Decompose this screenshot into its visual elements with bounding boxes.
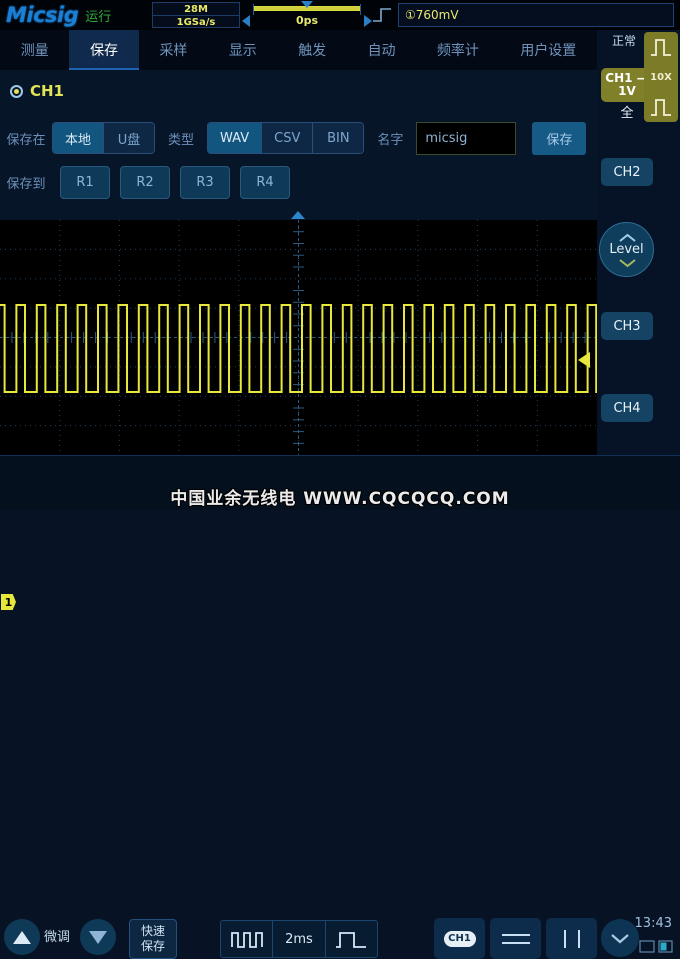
- timebase-increase-button[interactable]: [326, 921, 377, 957]
- ref-slot-r3-button[interactable]: R3: [180, 165, 230, 199]
- position-marker-icon: [301, 1, 313, 8]
- file-type-group: WAV CSV BIN: [207, 122, 365, 154]
- ref-slot-r4-button[interactable]: R4: [240, 165, 290, 199]
- ref-slot-r2-button[interactable]: R2: [120, 165, 170, 199]
- position-value: 0ps: [295, 14, 319, 27]
- tab-auto[interactable]: 自动: [347, 30, 416, 70]
- trigger-level-box[interactable]: ①760mV: [398, 3, 674, 27]
- triangle-down-icon: [89, 930, 107, 944]
- ch1-ground-marker[interactable]: 1: [1, 594, 16, 610]
- ch1-pill-icon: CH1: [443, 930, 476, 947]
- waveform-grid: [0, 220, 597, 455]
- trigger-level-arrow[interactable]: [578, 352, 590, 368]
- name-label: 名字: [377, 132, 404, 148]
- single-pulse-icon: [336, 932, 367, 948]
- vertical-cursor-icon: [563, 929, 580, 948]
- fine-up-button[interactable]: [4, 919, 40, 955]
- save-to-ref-label: 保存到: [6, 176, 46, 192]
- memory-depth-box[interactable]: 28M 1GSa/s: [152, 2, 240, 28]
- tab-trigger[interactable]: 触发: [278, 30, 347, 70]
- filename-input[interactable]: micsig: [416, 121, 517, 155]
- pulse-train-icon: [230, 932, 263, 948]
- timebase-group: 2ms: [220, 920, 378, 958]
- main-tabbar: 测量 保存 采样 显示 触发 自动 频率计 用户设置: [0, 30, 597, 70]
- run-state-label: 运行: [85, 9, 112, 25]
- bottom-button-ch1[interactable]: CH1: [434, 918, 485, 959]
- trigger-mode-label: 正常: [611, 34, 636, 48]
- save-destination-group: 本地 U盘: [52, 122, 156, 154]
- position-right-arrow-icon[interactable]: [364, 15, 372, 27]
- pulse-icon-2: [651, 99, 671, 116]
- ch2-button[interactable]: CH2: [601, 158, 653, 186]
- chevron-down-icon: [611, 934, 629, 944]
- header-bar: Micsig 运行 28M 1GSa/s 0ps ①760mV: [0, 0, 680, 30]
- sd-card-icon: [639, 940, 655, 953]
- channel-label: CH1: [30, 82, 64, 100]
- timebase-decrease-button[interactable]: [221, 921, 274, 957]
- trigger-level-knob[interactable]: Level: [599, 222, 654, 277]
- ch1-name: CH1: [605, 71, 633, 85]
- horizontal-cursor-icon: [501, 933, 530, 944]
- save-to-label: 保存在: [6, 132, 46, 148]
- bottom-button-h-cursor[interactable]: [490, 918, 541, 959]
- type-csv-button[interactable]: CSV: [262, 123, 314, 153]
- ch4-button[interactable]: CH4: [601, 394, 653, 422]
- tab-frequency-counter[interactable]: 频率计: [416, 30, 499, 70]
- save-button[interactable]: 保存: [532, 121, 587, 155]
- tab-user-settings[interactable]: 用户设置: [500, 30, 597, 70]
- save-options-row: 保存在 本地 U盘 类型 WAV CSV BIN 名字 micsig 保存: [0, 118, 597, 158]
- brand-logo: Micsig: [6, 3, 79, 27]
- battery-icon: [658, 940, 673, 953]
- timebase-value: 2ms: [285, 931, 313, 947]
- dest-local-button[interactable]: 本地: [53, 123, 105, 153]
- memory-depth-value: 28M: [153, 3, 239, 16]
- expand-toolbar-button[interactable]: [601, 919, 639, 957]
- bottom-button-v-cursor[interactable]: [546, 918, 597, 959]
- ch3-button[interactable]: CH3: [601, 312, 653, 340]
- triangle-up-icon: [13, 930, 31, 944]
- trigger-position-marker[interactable]: [291, 211, 305, 219]
- trigger-level-value: ①760mV: [405, 8, 459, 22]
- sample-rate-value: 1GSa/s: [176, 17, 216, 28]
- oscilloscope-screen: Micsig 运行 28M 1GSa/s 0ps ①760mV 测量 保存 采样…: [0, 0, 680, 959]
- tab-measure[interactable]: 测量: [0, 30, 69, 70]
- quick-save-button[interactable]: 快速 保存: [129, 919, 177, 959]
- tab-display[interactable]: 显示: [208, 30, 277, 70]
- level-label: Level: [609, 242, 644, 257]
- quick-save-line2: 保存: [140, 939, 165, 953]
- probe-ratio-panel[interactable]: 10X: [644, 32, 678, 122]
- tab-save[interactable]: 保存: [69, 30, 139, 70]
- pulse-icon: [651, 39, 671, 56]
- ref-slot-r1-button[interactable]: R1: [60, 165, 110, 199]
- type-bin-button[interactable]: BIN: [313, 123, 364, 153]
- fine-tune-label: 微调: [44, 930, 71, 945]
- system-clock: 13:43: [634, 916, 672, 931]
- save-panel: CH1 保存在 本地 U盘 类型 WAV CSV BIN 名字 micsig 保…: [0, 70, 597, 210]
- quick-save-line1: 快速: [140, 924, 165, 938]
- probe-ratio-label: 10X: [650, 71, 672, 83]
- tab-acquire[interactable]: 采样: [139, 30, 208, 70]
- horizontal-position-bar[interactable]: 0ps: [242, 1, 372, 28]
- channel-radio-icon[interactable]: [10, 84, 23, 98]
- dest-usb-button[interactable]: U盘: [104, 123, 155, 153]
- reference-slots-row: 保存到 R1 R2 R3 R4: [0, 162, 597, 202]
- type-label: 类型: [168, 132, 195, 148]
- timebase-value-cell[interactable]: 2ms: [273, 921, 326, 957]
- status-icons: [639, 940, 674, 953]
- channel-selector-row[interactable]: CH1: [10, 82, 64, 100]
- waveform-display[interactable]: 1: [0, 210, 597, 610]
- ch1-scale-value: 1V: [618, 84, 636, 98]
- bottom-toolbar: 微调 快速 保存 2ms CH1 13:43: [0, 455, 680, 959]
- type-wav-button[interactable]: WAV: [208, 123, 263, 153]
- fine-down-button[interactable]: [80, 919, 116, 955]
- rising-edge-icon[interactable]: [372, 6, 392, 24]
